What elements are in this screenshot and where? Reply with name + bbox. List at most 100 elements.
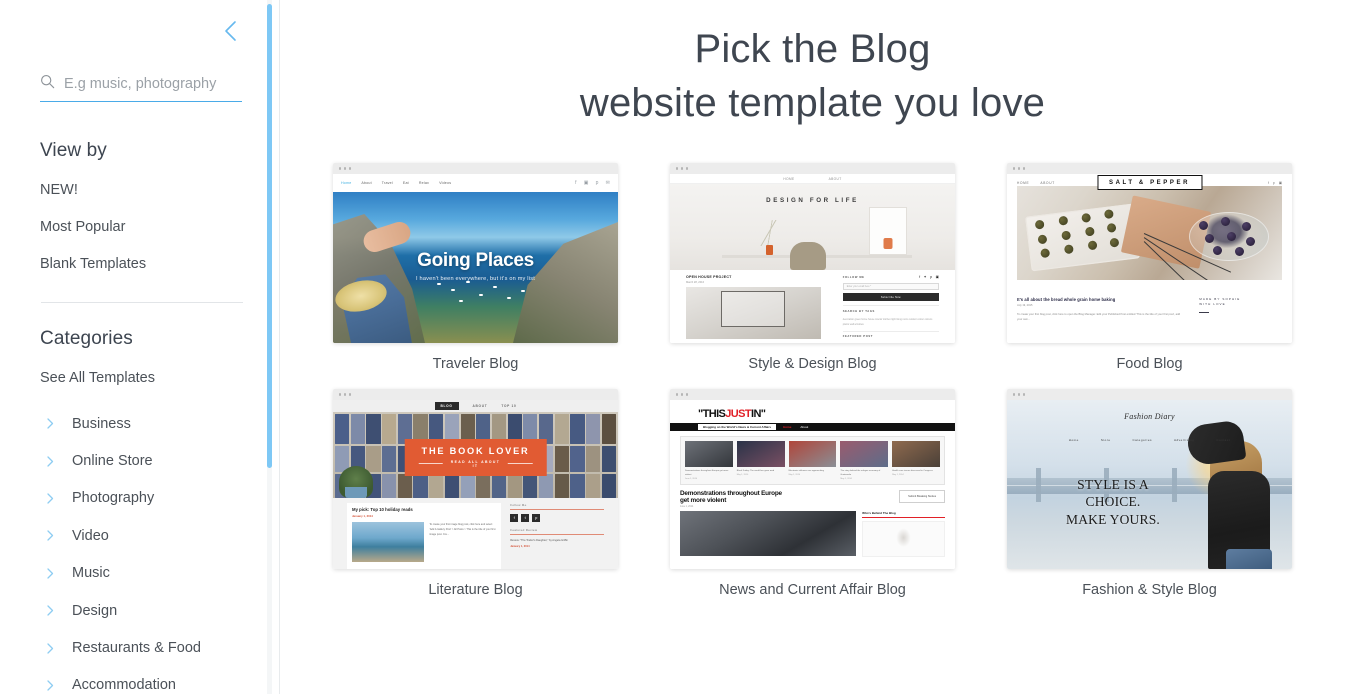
hero-image: Going Places I haven't been everywhere, … [333,192,618,343]
subscribe-button: Subscribe Now [842,293,939,301]
email-field: Enter your email here * [842,283,939,290]
byline-line2: WITH LOVE [1199,302,1226,307]
sidebar-item-most-popular[interactable]: Most Popular [40,219,125,235]
social-icons: f ▣ p ✉ [575,180,610,186]
instagram-icon: ▣ [1278,181,1282,185]
news-strip-item: Electronic influence are approaching May… [788,441,837,480]
news-thumb [892,441,940,467]
instagram-icon: ▣ [583,180,589,186]
banner-title: THE BOOK LOVER [421,446,530,456]
news-caption: Health care issues discussed in Congress [892,470,933,472]
template-caption: Fashion & Style Blog [1082,582,1217,598]
hero-title: Going Places [417,250,534,271]
category-label: Video [72,527,109,544]
category-label: Restaurants & Food [72,640,201,657]
hero-subtitle: I haven't been everywhere, but it's on m… [416,276,535,282]
facebook-icon: f [1267,181,1269,185]
template-thumbnail[interactable]: Home About Travel Eat Relax Videos f ▣ p… [333,163,618,343]
nav-item: Contact [1216,438,1231,442]
follow-label: FOLLOW ME [842,275,865,279]
hero-title: STYLE IS A CHOICE. MAKE YOURS. [1025,476,1201,528]
news-thumb [788,441,837,467]
facebook-icon: f [510,514,519,522]
chevron-right-icon [47,493,69,504]
browser-chrome-bar [670,163,955,174]
chevron-right-icon [47,530,69,542]
template-caption: Style & Design Blog [748,356,877,372]
sidebar-item-new[interactable]: NEW! [40,182,78,198]
browser-chrome-bar [333,163,618,174]
sidebar-item-online-store[interactable]: Online Store [40,442,245,479]
chevron-right-icon [47,680,69,691]
sidebar-scrollbar-thumb[interactable] [267,4,272,468]
template-thumbnail[interactable]: HOME ABOUT f p ▣ SALT & PEPPER It's all … [1007,163,1292,343]
hero-banner: THE BOOK LOVER READ ALL ABOUT IT [404,439,547,476]
news-thumb [736,441,785,467]
twitter-icon: ✦ [923,275,927,279]
tags-label: SEARCH BY TAGS [842,309,875,313]
sidebar-divider [41,302,243,303]
news-thumb [685,441,733,467]
sidebar-item-business[interactable]: Business [40,405,245,442]
site-tagline: Blogging on the World's News & Current A… [698,423,777,431]
nav-item: Home [341,181,352,185]
chevron-right-icon [47,605,69,616]
template-card-traveler-blog[interactable]: Home About Travel Eat Relax Videos f ▣ p… [333,163,618,372]
post-date: March 28, 2016 [686,280,705,284]
chevron-right-icon [47,455,69,467]
site-logo: "THISJUSTIN" [670,400,955,422]
news-strip-item: Black Friday: The world has gone mad May… [736,441,785,480]
site-nav: Home Store Categories Advertising Contac… [1007,438,1292,442]
template-thumbnail[interactable]: Fashion Diary Home Store Categories Adve… [1007,389,1292,569]
logo-part3: IN" [751,408,766,420]
template-card-style-design-blog[interactable]: HOME ABOUT DESIGN FOR LIFE OPEN HOUSE PR… [670,163,955,372]
sidebar-item-video[interactable]: Video [40,517,245,554]
site-logo: Fashion Diary [1124,412,1175,421]
sidebar-item-music[interactable]: Music [40,555,245,592]
search-box[interactable] [40,74,242,102]
nav-item: Store [1100,438,1111,442]
browser-chrome-bar [1007,163,1292,174]
sidebar-item-restaurants-food[interactable]: Restaurants & Food [40,629,245,666]
tag-cloud: decoration green home house interior kit… [842,317,933,326]
sidebar-item-accommodation[interactable]: Accommodation [40,667,245,694]
page-title-line2: website template you love [579,81,1046,125]
template-card-news-blog[interactable]: "THISJUSTIN" Blogging on the World's New… [670,389,955,598]
featured-label: FEATURED POST [842,335,874,339]
nav-item: ABOUT [472,404,488,408]
sidebar-item-blank-templates[interactable]: Blank Templates [40,256,146,272]
template-thumbnail[interactable]: HOME ABOUT DESIGN FOR LIFE OPEN HOUSE PR… [670,163,955,343]
category-label: Accommodation [72,677,176,694]
template-thumbnail[interactable]: BLOG ABOUT TOP 10 THE BOOK LOVER READ AL… [333,389,618,569]
template-caption: Traveler Blog [432,356,519,372]
news-strip: Demonstrations throughout Europe get mor… [680,436,945,486]
news-strip-item: Demonstrations throughout Europe get mor… [685,441,733,480]
hero-line1: STYLE IS A [1077,477,1149,492]
template-card-literature-blog[interactable]: BLOG ABOUT TOP 10 THE BOOK LOVER READ AL… [333,389,618,598]
post-body: To create your first image blog post, cl… [429,523,496,536]
view-by-heading: View by [40,140,107,161]
sidebar-item-see-all-templates[interactable]: See All Templates [40,370,155,386]
hero-image: DESIGN FOR LIFE [670,184,955,270]
template-card-fashion-blog[interactable]: Fashion Diary Home Store Categories Adve… [1007,389,1292,598]
facebook-icon: f [919,275,921,279]
instagram-icon: ▣ [935,275,939,279]
nav-item: ABOUT [828,176,842,181]
page-title-line1: Pick the Blog [694,27,931,71]
template-thumbnail[interactable]: "THISJUSTIN" Blogging on the World's New… [670,389,955,569]
hero-image: Fashion Diary Home Store Categories Adve… [1007,400,1292,569]
nav-item: About [361,181,372,185]
nav-item: TOP 10 [501,404,517,408]
featured-text: Review: "The Traitor's Daughter," by Ang… [510,539,568,542]
follow-label: Follow Me [510,503,527,507]
news-strip-item: Health care issues discussed in Congress… [892,441,940,480]
chevron-left-icon[interactable] [218,18,244,44]
search-input[interactable] [64,76,242,92]
template-card-food-blog[interactable]: HOME ABOUT f p ▣ SALT & PEPPER It's all … [1007,163,1292,372]
nav-item: HOME [783,176,795,181]
category-label: Photography [72,490,155,507]
post-date: July 19, 2015 [1017,304,1033,307]
news-date: May 1, 2014 [788,474,801,477]
sidebar-item-photography[interactable]: Photography [40,480,245,517]
sidebar-item-design[interactable]: Design [40,592,245,629]
